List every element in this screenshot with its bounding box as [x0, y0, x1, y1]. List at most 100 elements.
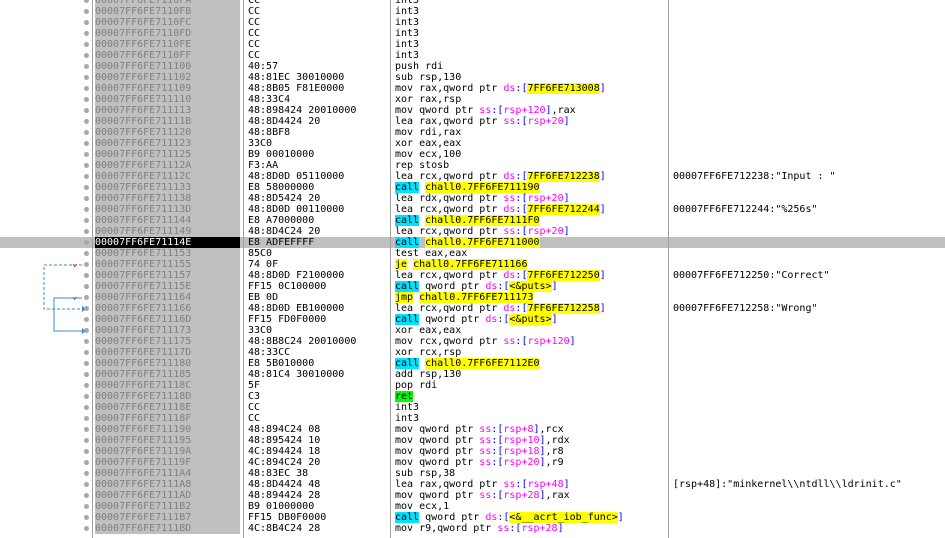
breakpoint-dot-icon[interactable] — [84, 482, 89, 487]
instruction-row[interactable]: 00007FF6FE71113D 48:8D0D 00110000 lea rcx,… — [0, 204, 945, 215]
instruction-row[interactable]: 00007FF6FE711110 48:33C4 xor rax,rsp — [0, 94, 945, 105]
breakpoint-dot-icon[interactable] — [84, 383, 89, 388]
breakpoint-dot-icon[interactable] — [84, 163, 89, 168]
breakpoint-dot-icon[interactable] — [84, 273, 89, 278]
breakpoint-dot-icon[interactable] — [84, 0, 89, 3]
breakpoint-dot-icon[interactable] — [84, 350, 89, 355]
instruction-row[interactable]: 00007FF6FE7111BD 4C:8B4C24 28 mov r9,qword… — [0, 523, 945, 534]
instruction-row[interactable]: 00007FF6FE71118C 5F pop rdi — [0, 380, 945, 391]
breakpoint-dot-icon[interactable] — [84, 251, 89, 256]
instruction-row[interactable]: 00007FF6FE711180 E8 5B010000 call chall0.7… — [0, 358, 945, 369]
breakpoint-dot-icon[interactable] — [84, 493, 89, 498]
breakpoint-dot-icon[interactable] — [84, 20, 89, 25]
instruction-row[interactable]: 00007FF6FE711144 E8 A7000000 call chall0.7… — [0, 215, 945, 226]
instruction-row[interactable]: 00007FF6FE7111A4 48:83EC 38 sub rsp,38 — [0, 468, 945, 479]
breakpoint-dot-icon[interactable] — [84, 31, 89, 36]
instruction-row[interactable]: ⌄ 00007FF6FE711155 74 0F je chall0.7FF6FE71… — [0, 259, 945, 270]
breakpoint-dot-icon[interactable] — [84, 471, 89, 476]
breakpoint-dot-icon[interactable] — [84, 207, 89, 212]
breakpoint-dot-icon[interactable] — [84, 526, 89, 531]
instruction-row[interactable]: 00007FF6FE71117D 48:33CC xor rcx,rsp — [0, 347, 945, 358]
breakpoint-dot-icon[interactable] — [84, 405, 89, 410]
instruction-row[interactable]: 00007FF6FE71115E FF15 0C100000 call qword … — [0, 281, 945, 292]
breakpoint-dot-icon[interactable] — [84, 86, 89, 91]
disassembly-view[interactable]: 00007FF6FE7110FA CC int3 00007FF6FE7110FB CC… — [0, 0, 945, 538]
breakpoint-dot-icon[interactable] — [84, 372, 89, 377]
instruction-row[interactable]: 00007FF6FE7110FC CC int3 — [0, 17, 945, 28]
breakpoint-dot-icon[interactable] — [84, 317, 89, 322]
instruction-row[interactable]: 00007FF6FE711157 48:8D0D F2100000 lea rcx,… — [0, 270, 945, 281]
breakpoint-dot-icon[interactable] — [84, 218, 89, 223]
instruction-row[interactable]: 00007FF6FE711173 33C0 xor eax,eax — [0, 325, 945, 336]
instruction-row[interactable]: 00007FF6FE71118D C3 ret — [0, 391, 945, 402]
instruction-row[interactable]: 00007FF6FE71119A 4C:894424 18 mov qword pt… — [0, 446, 945, 457]
breakpoint-dot-icon[interactable] — [84, 196, 89, 201]
breakpoint-dot-icon[interactable] — [84, 515, 89, 520]
instruction-row[interactable]: 00007FF6FE711120 48:8BF8 mov rdi,rax — [0, 127, 945, 138]
instruction-row[interactable]: 00007FF6FE711149 48:8D4C24 20 lea rcx,qwor… — [0, 226, 945, 237]
instruction-row[interactable]: 00007FF6FE7111A8 48:8D4424 48 lea rax,qwor… — [0, 479, 945, 490]
instruction-row[interactable]: 00007FF6FE71112A F3:AA rep stosb — [0, 160, 945, 171]
instruction-row[interactable]: 00007FF6FE711190 48:894C24 08 mov qword pt… — [0, 424, 945, 435]
instruction-row[interactable]: 00007FF6FE71111B 48:8D4424 20 lea rax,qwor… — [0, 116, 945, 127]
breakpoint-dot-icon[interactable] — [84, 339, 89, 344]
instruction-row[interactable]: 00007FF6FE7111B7 FF15 DB0F0000 call qword … — [0, 512, 945, 523]
breakpoint-dot-icon[interactable] — [84, 64, 89, 69]
breakpoint-dot-icon[interactable] — [84, 504, 89, 509]
instruction-row[interactable]: 00007FF6FE71118F CC int3 — [0, 413, 945, 424]
breakpoint-dot-icon[interactable] — [84, 108, 89, 113]
breakpoint-dot-icon[interactable] — [84, 438, 89, 443]
breakpoint-dot-icon[interactable] — [84, 174, 89, 179]
breakpoint-dot-icon[interactable] — [84, 328, 89, 333]
instruction-row[interactable]: 00007FF6FE71118E CC int3 — [0, 402, 945, 413]
instruction-row[interactable]: 00007FF6FE7111B2 B9 01000000 mov ecx,1 — [0, 501, 945, 512]
breakpoint-dot-icon[interactable] — [84, 295, 89, 300]
instruction-row[interactable]: 00007FF6FE711185 48:81C4 30010000 add rsp,… — [0, 369, 945, 380]
instruction-row[interactable]: 00007FF6FE7110FB CC int3 — [0, 6, 945, 17]
breakpoint-dot-icon[interactable] — [84, 185, 89, 190]
instruction-row[interactable]: 00007FF6FE711175 48:8B8C24 20010000 mov rc… — [0, 336, 945, 347]
breakpoint-dot-icon[interactable] — [84, 361, 89, 366]
instruction-row[interactable]: 00007FF6FE71116D FF15 FD0F0000 call qword … — [0, 314, 945, 325]
breakpoint-dot-icon[interactable] — [84, 460, 89, 465]
instruction-row[interactable]: 00007FF6FE711195 48:895424 10 mov qword pt… — [0, 435, 945, 446]
instruction-row[interactable]: 00007FF6FE711113 48:898424 20010000 mov qw… — [0, 105, 945, 116]
instruction-row[interactable]: 00007FF6FE711123 33C0 xor eax,eax — [0, 138, 945, 149]
breakpoint-dot-icon[interactable] — [84, 262, 89, 267]
instruction-row[interactable]: 00007FF6FE71114E E8 ADFEFFFF call chall0.7… — [0, 237, 945, 248]
instruction-row[interactable]: 00007FF6FE711125 B9 00010000 mov ecx,100 — [0, 149, 945, 160]
instruction-row[interactable]: 00007FF6FE7110FD CC int3 — [0, 28, 945, 39]
instruction-row[interactable]: 00007FF6FE711109 48:8B05 F81E0000 mov rax,… — [0, 83, 945, 94]
breakpoint-dot-icon[interactable] — [84, 97, 89, 102]
comment-cell: [rsp+48]:"minkernel\\ntdll\\ldrinit.c" — [673, 479, 902, 490]
breakpoint-dot-icon[interactable] — [84, 240, 89, 245]
breakpoint-dot-icon[interactable] — [84, 449, 89, 454]
breakpoint-dot-icon[interactable] — [84, 152, 89, 157]
breakpoint-dot-icon[interactable] — [84, 119, 89, 124]
instruction-row[interactable]: 00007FF6FE71112C 48:8D0D 05110000 lea rcx,… — [0, 171, 945, 182]
instruction-row[interactable]: 00007FF6FE711153 85C0 test eax,eax — [0, 248, 945, 259]
breakpoint-dot-icon[interactable] — [84, 141, 89, 146]
instruction-row[interactable]: 00007FF6FE711138 48:8D5424 20 lea rdx,qwor… — [0, 193, 945, 204]
instruction-row[interactable]: 00007FF6FE71119F 4C:894C24 20 mov qword pt… — [0, 457, 945, 468]
instruction-token: rsp+20 — [527, 193, 564, 204]
breakpoint-dot-icon[interactable] — [84, 53, 89, 58]
breakpoint-dot-icon[interactable] — [84, 394, 89, 399]
instruction-row[interactable]: 00007FF6FE711133 E8 58000000 call chall0.7… — [0, 182, 945, 193]
instruction-row[interactable]: 00007FF6FE7111AD 48:894424 28 mov qword pt… — [0, 490, 945, 501]
breakpoint-dot-icon[interactable] — [84, 229, 89, 234]
breakpoint-dot-icon[interactable] — [84, 75, 89, 80]
instruction-row[interactable]: 00007FF6FE7110FF CC int3 — [0, 50, 945, 61]
breakpoint-dot-icon[interactable] — [84, 130, 89, 135]
breakpoint-dot-icon[interactable] — [84, 42, 89, 47]
breakpoint-dot-icon[interactable] — [84, 427, 89, 432]
breakpoint-dot-icon[interactable] — [84, 284, 89, 289]
instruction-row[interactable]: 00007FF6FE711166 48:8D0D EB100000 lea rcx,… — [0, 303, 945, 314]
breakpoint-dot-icon[interactable] — [84, 9, 89, 14]
instruction-row[interactable]: 00007FF6FE7110FE CC int3 — [0, 39, 945, 50]
instruction-row[interactable]: 00007FF6FE711102 48:81EC 30010000 sub rsp,… — [0, 72, 945, 83]
instruction-row[interactable]: 00007FF6FE711100 40:57 push rdi — [0, 61, 945, 72]
instruction-row[interactable]: ⌄ 00007FF6FE711164 EB 0D jmp chall0.7FF6FE7… — [0, 292, 945, 303]
breakpoint-dot-icon[interactable] — [84, 306, 89, 311]
breakpoint-dot-icon[interactable] — [84, 416, 89, 421]
